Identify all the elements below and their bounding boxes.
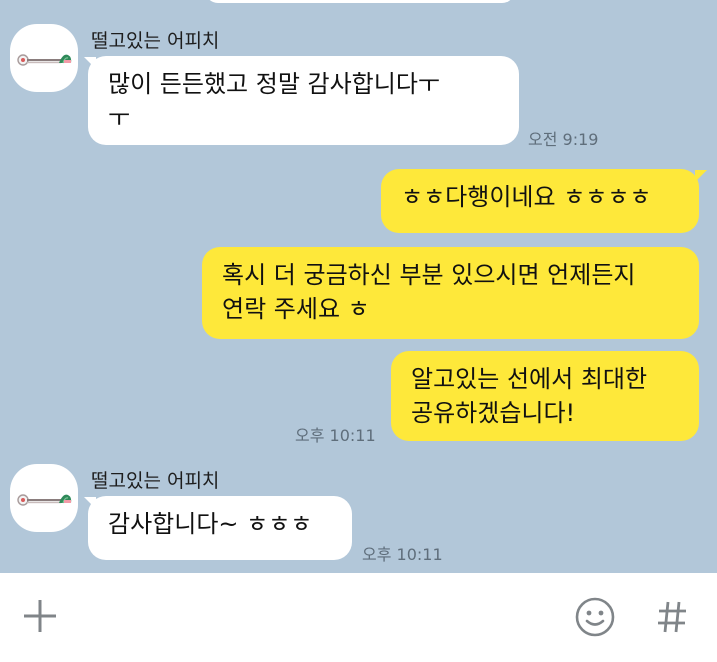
message-text-line: 많이 든든했고 정말 감사합니다ㅜ [108, 70, 441, 98]
contact-avatar[interactable] [10, 24, 78, 92]
message-timestamp: 오후 10:11 [295, 426, 376, 445]
previous-message-bubble-partial [205, 0, 515, 3]
chat-window: 떨고있는 어피치 많이 든든했고 정말 감사합니다ㅜ ㅜ 오전 9:19 ㅎㅎ다… [0, 0, 717, 662]
message-bubble-incoming[interactable]: 감사합니다~ ㅎㅎㅎ [88, 496, 352, 560]
message-text-line: 혹시 더 궁금하신 부분 있으시면 언제든지 [222, 261, 636, 289]
smiley-icon[interactable] [572, 594, 618, 640]
message-text-line: 연락 주세요 ㅎ [222, 295, 370, 323]
message-timestamp: 오후 10:11 [362, 545, 443, 564]
message-bubble-outgoing[interactable]: ㅎㅎ다행이네요 ㅎㅎㅎㅎ [381, 169, 699, 233]
apeach-avatar-icon [17, 54, 72, 66]
message-bubble-outgoing[interactable]: 알고있는 선에서 최대한 공유하겠습니다! [391, 351, 699, 441]
message-text-line: 알고있는 선에서 최대한 [411, 365, 648, 393]
message-list[interactable]: 떨고있는 어피치 많이 든든했고 정말 감사합니다ㅜ ㅜ 오전 9:19 ㅎㅎ다… [0, 0, 717, 573]
message-text-line: 공유하겠습니다! [411, 399, 576, 427]
message-timestamp: 오전 9:19 [528, 130, 599, 149]
message-bubble-incoming[interactable]: 많이 든든했고 정말 감사합니다ㅜ ㅜ [88, 56, 519, 145]
bubble-tail [695, 170, 707, 182]
sender-name: 떨고있는 어피치 [91, 30, 220, 52]
message-text-line: 감사합니다~ ㅎㅎㅎ [108, 510, 313, 538]
contact-avatar[interactable] [10, 464, 78, 532]
message-bubble-outgoing[interactable]: 혹시 더 궁금하신 부분 있으시면 언제든지 연락 주세요 ㅎ [202, 247, 699, 339]
hashtag-icon[interactable] [650, 594, 694, 640]
sender-name: 떨고있는 어피치 [91, 470, 220, 492]
message-text-line: ㅜ [108, 104, 131, 132]
message-text-line: ㅎㅎ다행이네요 ㅎㅎㅎㅎ [401, 183, 652, 211]
plus-icon[interactable] [18, 592, 62, 640]
input-bar [0, 573, 717, 662]
apeach-avatar-icon [17, 494, 72, 506]
